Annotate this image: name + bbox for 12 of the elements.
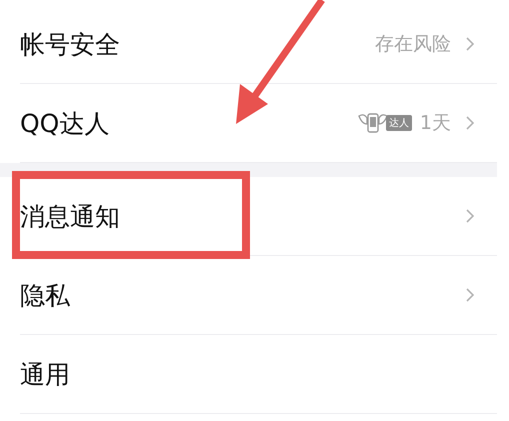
settings-row[interactable]: 帐号安全 存在风险 <box>20 5 497 84</box>
row-label: 帐号安全 <box>20 28 121 60</box>
settings-row[interactable]: 消息通知 <box>20 177 497 256</box>
settings-row[interactable]: 通用 <box>20 335 497 414</box>
row-label: QQ达人 <box>20 108 110 140</box>
badge-label: 达人 <box>386 115 412 131</box>
row-label: 通用 <box>20 358 71 390</box>
row-value: 1天 <box>420 111 451 136</box>
settings-row[interactable]: 隐私 <box>20 256 497 335</box>
row-label: 隐私 <box>20 280 71 312</box>
row-value: 存在风险 <box>375 32 451 57</box>
row-label: 消息通知 <box>20 200 121 232</box>
